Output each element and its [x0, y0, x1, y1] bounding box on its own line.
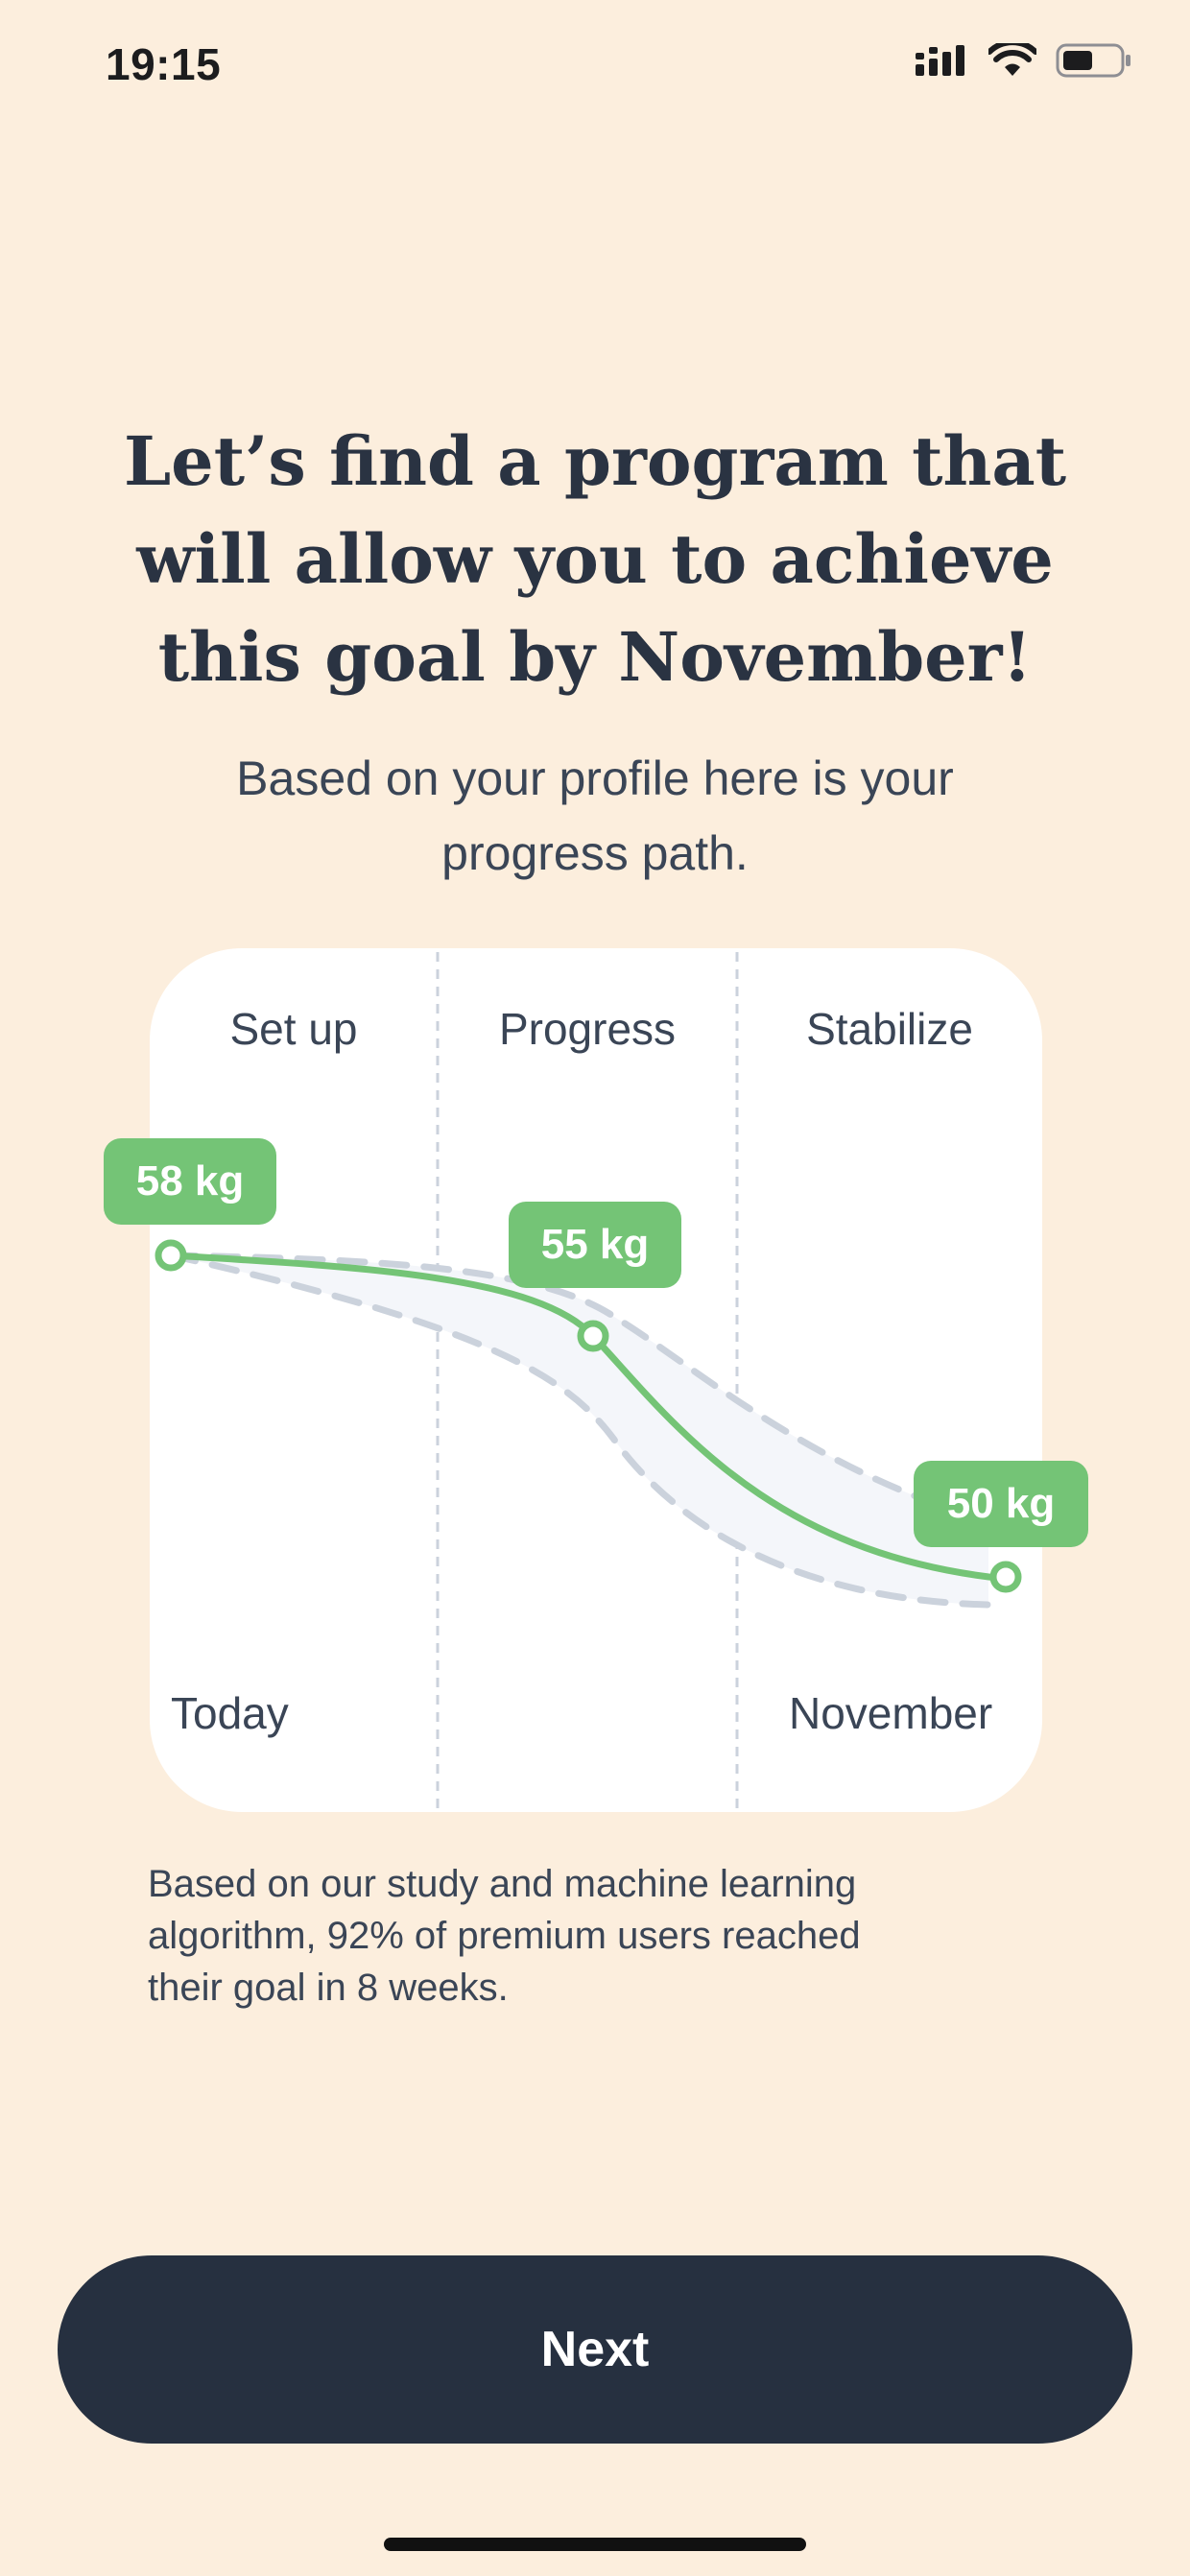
study-footnote: Based on our study and machine learning … [148, 1858, 1012, 2014]
axis-label-november: November [789, 1688, 993, 1738]
weight-badge-start: 58 kg [104, 1138, 276, 1225]
footnote-line: their goal in 8 weeks. [148, 1967, 509, 2009]
data-point-mid [577, 1320, 609, 1352]
footnote-line: Based on our study and machine learning [148, 1863, 857, 1905]
progress-chart [155, 952, 1022, 1810]
home-indicator[interactable] [384, 2538, 806, 2551]
next-button[interactable]: Next [58, 2255, 1132, 2444]
data-point-end [989, 1561, 1022, 1593]
phase-label-setup: Set up [229, 1004, 358, 1054]
footnote-line: algorithm, 92% of premium users reached [148, 1915, 861, 1957]
data-point-start [155, 1239, 187, 1272]
weight-badge-end: 50 kg [914, 1461, 1088, 1547]
axis-label-today: Today [171, 1688, 289, 1738]
confidence-band [171, 1255, 988, 1605]
weight-badge-mid: 55 kg [509, 1202, 681, 1288]
phase-label-progress: Progress [498, 1004, 677, 1054]
screen: 19:15 Let’s find a program that will all… [0, 0, 1190, 2576]
phase-label-stabilize: Stabilize [806, 1004, 973, 1054]
